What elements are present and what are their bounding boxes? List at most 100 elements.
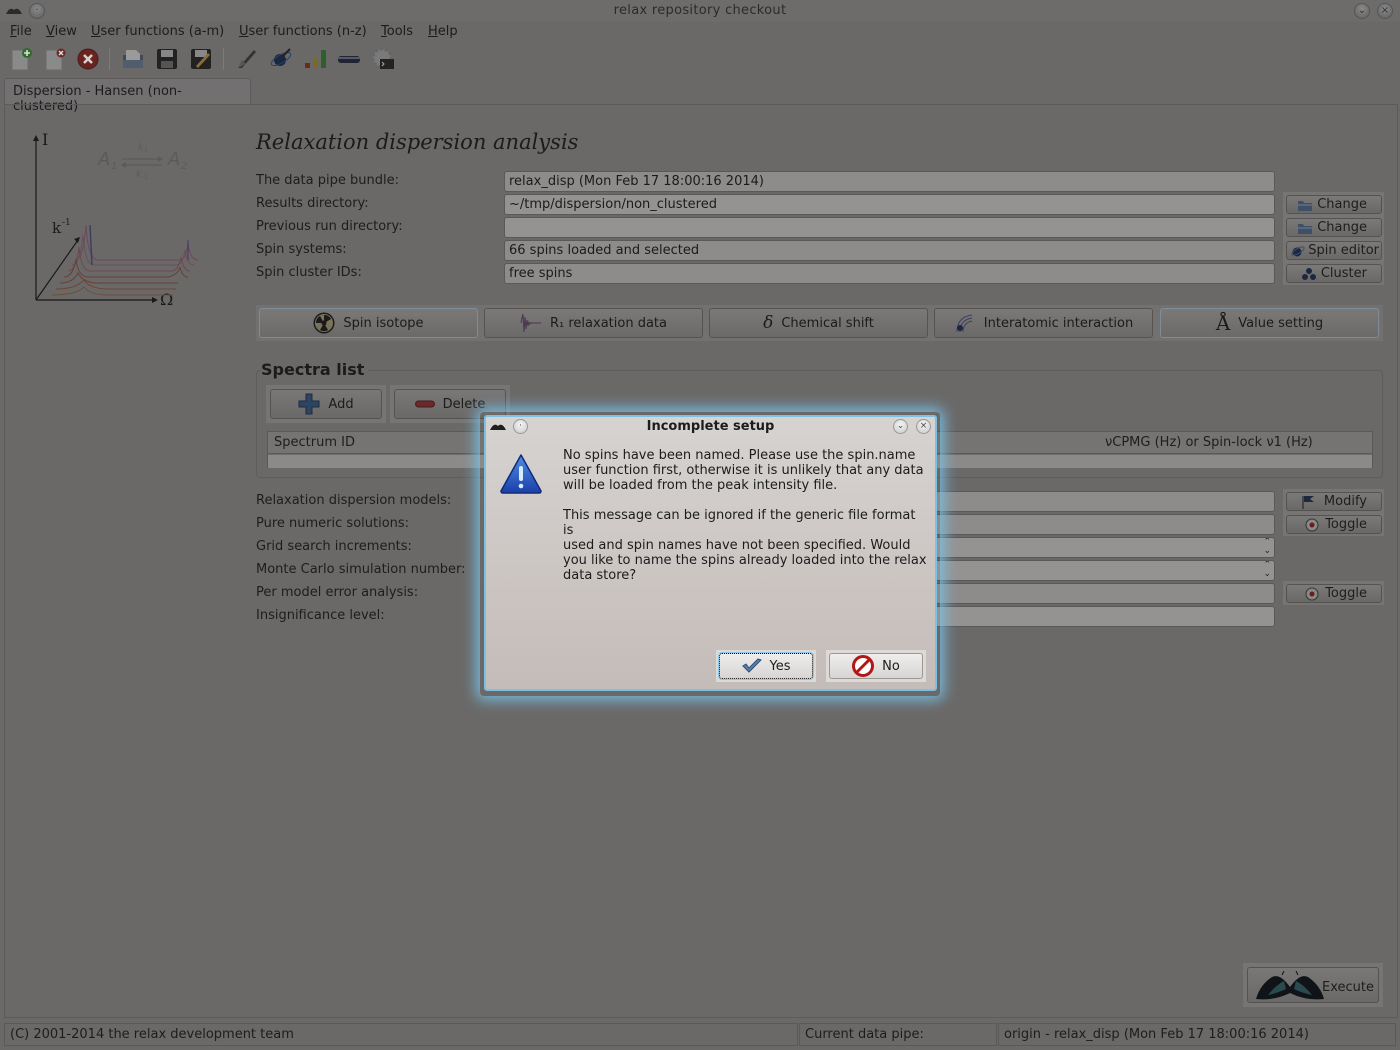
axis-x-label: Ω (160, 290, 173, 309)
prompt-icon[interactable] (370, 46, 396, 72)
value-setting-button[interactable]: Å Value setting (1160, 308, 1379, 338)
axis-y-label: I (42, 130, 48, 149)
toolbar (0, 44, 420, 74)
change-previous-directory-button[interactable]: Change (1286, 218, 1382, 237)
new-analysis-icon[interactable] (8, 46, 34, 72)
radio-icon (1305, 518, 1319, 532)
toggle-error-analysis-button[interactable]: Toggle (1286, 584, 1382, 603)
analysis-heading: Relaxation dispersion analysis (256, 130, 579, 154)
minus-icon (414, 400, 435, 408)
yes-button-wrap: Yes (716, 650, 816, 682)
change-results-directory-button[interactable]: Change (1286, 195, 1382, 214)
incomplete-setup-dialog: · Incomplete setup ⌄ × No spins have bee… (484, 415, 937, 691)
axis-k-label: k (52, 219, 62, 237)
menu-view[interactable]: View (46, 24, 77, 39)
no-button[interactable]: No (829, 653, 923, 679)
spin-icon (1291, 246, 1305, 257)
current-pipe-value: origin - relax_disp (Mon Feb 17 18:00:16… (998, 1023, 1396, 1046)
dialog-message: No spins have been named. Please use the… (563, 448, 927, 583)
fid-icon (520, 313, 541, 333)
butterfly-icon (1256, 971, 1324, 1000)
column-frequency[interactable]: νCPMG (Hz) or Spin-lock ν1 (Hz) (1105, 435, 1313, 450)
current-pipe-label: Current data pipe: (799, 1023, 997, 1046)
chemical-shift-button[interactable]: δ Chemical shift (709, 308, 928, 338)
no-button-wrap: No (826, 650, 926, 682)
warning-icon (500, 454, 542, 494)
toggle-numeric-button[interactable]: Toggle (1286, 515, 1382, 534)
svg-text:1: 1 (144, 147, 148, 154)
save-icon[interactable] (154, 46, 180, 72)
exchange-equation: A 1 A 2 k 1 k -1 (97, 143, 187, 181)
pipe-bundle-label: The data pipe bundle: (256, 173, 399, 188)
statusbar: (C) 2001-2014 the relax development team… (0, 1021, 1400, 1050)
pipe-editor-icon[interactable] (336, 46, 362, 72)
minimize-button[interactable]: ⌄ (1354, 3, 1370, 19)
dipole-icon (956, 314, 972, 333)
toolbar-separator (223, 48, 224, 70)
spinner-arrows-icon[interactable]: ⌃ ⌄ (1263, 561, 1271, 579)
dialog-close-button[interactable]: × (916, 419, 931, 434)
execute-button[interactable]: Execute (1243, 963, 1383, 1007)
delta-icon: δ (763, 313, 774, 333)
svg-text:-1: -1 (62, 218, 71, 228)
svg-text:A: A (167, 149, 180, 170)
checkmark-icon (741, 658, 762, 673)
menubar: File View User functions (a-m) User func… (0, 22, 1400, 42)
results-viewer-icon[interactable] (302, 46, 328, 72)
svg-text:2: 2 (181, 161, 187, 172)
menu-file[interactable]: File (10, 24, 32, 39)
radio-icon (1305, 587, 1319, 601)
close-all-icon[interactable] (75, 46, 101, 72)
svg-text:-1: -1 (142, 174, 148, 181)
rocket-icon[interactable] (234, 46, 260, 72)
folder-icon (1298, 224, 1312, 234)
spinner-arrows-icon[interactable]: ⌃ ⌄ (1263, 538, 1271, 556)
no-entry-icon (852, 655, 875, 677)
save-as-icon[interactable] (188, 46, 214, 72)
window-titlebar: · relax repository checkout ⌄ × (0, 0, 1400, 22)
r1-relaxation-data-button[interactable]: R₁ relaxation data (484, 308, 703, 338)
menu-help[interactable]: Help (428, 24, 458, 39)
spin-viewer-icon[interactable] (268, 46, 294, 72)
radiation-icon (313, 312, 335, 334)
spin-systems-field: 66 spins loaded and selected (504, 240, 1275, 261)
results-directory-label: Results directory: (256, 196, 369, 211)
close-window-button[interactable]: × (1377, 3, 1393, 19)
dispersion-graphic: I Ω k -1 A 1 A 2 k 1 k -1 (33, 130, 199, 309)
insignificance-label: Insignificance level: (256, 608, 385, 623)
monte-carlo-label: Monte Carlo simulation number: (256, 562, 466, 577)
angstrom-icon: Å (1215, 311, 1231, 335)
modify-models-button[interactable]: Modify (1286, 492, 1382, 511)
add-spectrum-button[interactable]: Add (266, 385, 386, 423)
svg-text:1: 1 (111, 161, 117, 172)
menu-user-functions-a-m[interactable]: User functions (a-m) (91, 24, 224, 39)
per-model-error-label: Per model error analysis: (256, 585, 419, 600)
dispersion-models-label: Relaxation dispersion models: (256, 493, 452, 508)
spin-isotope-button[interactable]: Spin isotope (259, 308, 478, 338)
column-spectrum-id[interactable]: Spectrum ID (274, 435, 355, 450)
flag-icon (1302, 496, 1314, 509)
interatomic-interaction-button[interactable]: Interatomic interaction (934, 308, 1153, 338)
tab-dispersion-hansen[interactable]: Dispersion - Hansen (non-clustered) (4, 78, 251, 114)
results-directory-field[interactable]: ~/tmp/dispersion/non_clustered (504, 194, 1275, 215)
spin-cluster-ids-label: Spin cluster IDs: (256, 265, 362, 280)
menu-user-functions-n-z[interactable]: User functions (n-z) (239, 24, 367, 39)
pipe-bundle-field: relax_disp (Mon Feb 17 18:00:16 2014) (504, 171, 1275, 192)
spin-cluster-ids-field: free spins (504, 263, 1275, 284)
window-title: relax repository checkout (613, 3, 787, 18)
close-analysis-icon[interactable] (42, 46, 68, 72)
previous-run-directory-field[interactable] (504, 217, 1275, 238)
previous-run-directory-label: Previous run directory: (256, 219, 403, 234)
plus-icon (298, 393, 320, 415)
yes-button[interactable]: Yes (719, 653, 813, 679)
svg-text:A: A (97, 149, 110, 170)
spectra-curves (51, 224, 199, 296)
menu-tools[interactable]: Tools (381, 24, 413, 39)
cluster-button[interactable]: Cluster (1286, 264, 1382, 283)
spin-editor-button[interactable]: Spin editor (1286, 241, 1382, 260)
dialog-minimize-button[interactable]: ⌄ (893, 419, 908, 434)
spin-systems-label: Spin systems: (256, 242, 347, 257)
data-buttons-row: Spin isotope R₁ relaxation data δ Chemic… (256, 305, 1383, 341)
open-icon[interactable] (120, 46, 146, 72)
copyright-text: (C) 2001-2014 the relax development team (4, 1023, 798, 1046)
